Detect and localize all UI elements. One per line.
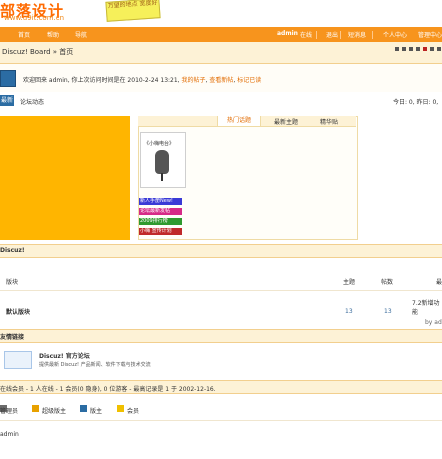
nav-navigation[interactable]: 导航 <box>75 30 87 39</box>
style-switch-icon[interactable] <box>409 47 413 51</box>
mark-read-link[interactable]: 标记已读 <box>237 77 261 84</box>
site-url: www.u9it.com.cn <box>4 14 65 22</box>
role-moderator: 版主 <box>90 408 103 415</box>
links-section-title: 友情链接 <box>0 334 25 341</box>
super-moderator-icon <box>32 405 39 412</box>
tab-latest[interactable]: 最新 <box>0 95 14 106</box>
header-badge: 万望的地点 宽度好 <box>105 0 161 22</box>
nav-separator <box>340 31 341 39</box>
breadcrumb[interactable]: Discuz! Board » 首页 <box>2 47 73 57</box>
role-member: 会员 <box>127 408 140 415</box>
banner-newbie[interactable]: 新人手册New! <box>139 198 182 205</box>
nav-online[interactable]: 在线 <box>300 30 312 39</box>
links-section-header <box>0 329 442 343</box>
style-switch-icon[interactable] <box>402 47 406 51</box>
style-switch-icon[interactable] <box>437 47 441 51</box>
nav-logout[interactable]: 退出 <box>326 30 338 39</box>
slideshow-panel[interactable] <box>0 116 130 240</box>
banner-ranking[interactable]: 2009排行榜 <box>139 218 182 225</box>
style-switch-icon[interactable] <box>416 47 420 51</box>
role-admin: 管理员 <box>0 408 19 415</box>
nav-messages[interactable]: 短消息 <box>348 30 366 39</box>
tab-hot-topics[interactable]: 热门话题 <box>217 116 261 126</box>
forum-post-count: 13 <box>384 308 392 315</box>
banner-latest-post[interactable]: 论坛最新发帖 <box>139 208 182 215</box>
col-posts: 帖数 <box>381 279 394 286</box>
nav-separator <box>316 31 317 39</box>
forum-name-link[interactable]: 默认版块 <box>6 307 30 316</box>
discuz-link-description: 提供最新 Discuz! 产品新闻、软件下载与技术交流 <box>39 362 151 368</box>
nav-separator <box>372 31 373 39</box>
forum-section-header <box>0 244 442 258</box>
nav-help[interactable]: 帮助 <box>47 30 59 39</box>
new-posts-link[interactable]: 查看新帖 <box>209 77 233 84</box>
nav-home[interactable]: 首页 <box>18 30 30 39</box>
discuz-logo-image[interactable] <box>4 351 32 369</box>
my-posts-link[interactable]: 我的帖子 <box>182 77 206 84</box>
banner-promo[interactable]: 小嗨 宣传计划 <box>139 228 182 235</box>
nav-admin-center[interactable]: 管理中心 <box>418 30 442 39</box>
divider <box>0 290 442 291</box>
microphone-icon <box>155 150 169 174</box>
forum-section-title[interactable]: Discuz! <box>0 247 25 254</box>
tab-latest-topics[interactable]: 最新主题 <box>274 117 298 126</box>
discuz-official-link[interactable]: Discuz! 官方论坛 <box>39 351 90 360</box>
nav-profile[interactable]: 个人中心 <box>383 30 407 39</box>
forum-topic-count: 13 <box>345 308 353 315</box>
col-board: 版块 <box>6 279 19 286</box>
member-icon <box>117 405 124 412</box>
last-post-title[interactable]: 7.2新增功能 <box>412 298 442 316</box>
online-stats: 在线会员 - 1 人在线 - 1 会员(0 隐身), 0 位游客 - 最高记录是… <box>0 386 216 393</box>
col-last-post: 最 <box>436 279 442 286</box>
avatar[interactable] <box>0 70 16 87</box>
tab-featured[interactable]: 精华贴 <box>320 117 338 126</box>
online-user-admin[interactable]: admin <box>0 431 19 438</box>
style-switch-icon[interactable] <box>395 47 399 51</box>
microphone-stand-icon <box>161 173 163 181</box>
top-nav-bar <box>0 27 442 43</box>
radio-caption: 《小嗨电台》 <box>144 141 175 147</box>
col-topics: 主题 <box>343 279 356 286</box>
style-switch-icon[interactable] <box>430 47 434 51</box>
last-post-author[interactable]: by ad <box>425 319 442 326</box>
divider <box>0 420 442 421</box>
welcome-message: 欢迎回来 admin, 你上次访问时间是在 2010-2-24 13:21, 我… <box>23 77 262 84</box>
moderator-icon <box>80 405 87 412</box>
style-switch-icon[interactable] <box>423 47 427 51</box>
tab-forum-activity[interactable]: 论坛动态 <box>20 97 44 106</box>
today-stats: 今日: 0, 昨日: 0, <box>393 99 439 106</box>
role-super-moderator: 超级版主 <box>42 408 67 415</box>
nav-username[interactable]: admin <box>277 30 298 37</box>
welcome-text: 欢迎回来 admin, 你上次访问时间是在 2010-2-24 13:21, <box>23 77 180 84</box>
